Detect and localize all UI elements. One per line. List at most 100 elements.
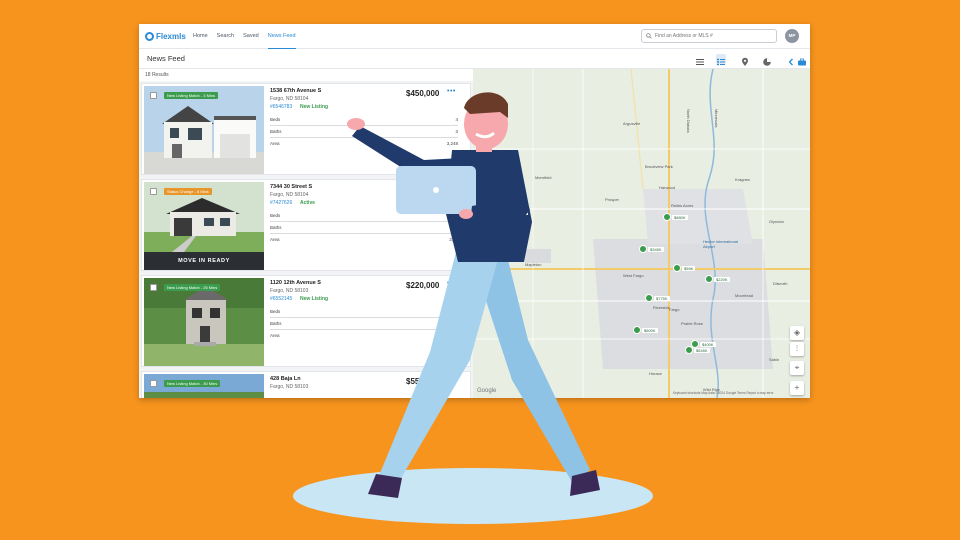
listing-card[interactable]: New Listing Match - 3 Mins 1538 67th Ave… [141,83,471,175]
pie-chart-icon[interactable] [762,54,772,66]
list-view-icon[interactable] [695,54,705,65]
price-pin-label: $220K [714,276,730,282]
results-count: 18 Results [145,72,169,78]
search-input[interactable] [655,33,775,39]
address-search[interactable] [641,29,777,43]
more-vertical-icon[interactable]: ⋮ [790,342,804,356]
map-town-label: Horace [649,371,662,376]
map-town-label: Mapleton [525,262,542,267]
listing-price: $220,000 [406,281,440,290]
listing-photo[interactable]: New Listing Match - 3 Mins [144,86,264,174]
zoom-in-button[interactable]: + [790,381,804,395]
layers-icon[interactable]: ◈ [790,326,804,340]
listing-map[interactable]: Argusville Brookview Park Harwood Kragne… [473,69,810,398]
price-pin-label: $345K [648,246,664,252]
top-navigation-bar: Flexmls Home Search Saved News Feed MP [139,24,810,49]
listing-address[interactable]: 428 Baja Ln [270,376,301,382]
beds-row: Beds [270,210,458,222]
listing-address[interactable]: 7344 30 Street S [270,184,312,190]
map-town-label: Reiles Acres [671,203,694,208]
listing-badge: New Listing Match - 25 Mins [164,284,221,291]
nav-news-feed[interactable]: News Feed [267,24,296,49]
chevron-left-icon[interactable] [786,54,796,66]
price-pin-label: $880K [672,214,688,220]
beds-label: Beds [270,117,281,122]
flexmls-logo[interactable]: Flexmls [145,31,193,41]
listing-address[interactable]: 1120 12th Avenue S [270,280,321,286]
price-pin[interactable]: $345K [639,245,664,253]
logo-icon [145,31,154,41]
listing-address[interactable]: 1538 67th Avenue S [270,88,321,94]
page-title: News Feed [147,54,185,63]
map-town-label: Prairie Rose [681,321,704,326]
area-label: Area [270,141,280,146]
baths-row: Baths [270,318,458,330]
listing-card[interactable]: New Listing Match - 30 Mins 428 Baja Ln … [141,371,471,398]
beds-label: Beds [270,309,281,314]
house-photo-bungalow [144,278,264,366]
baths-label: Baths [270,129,282,134]
listing-photo[interactable]: New Listing Match - 25 Mins [144,278,264,366]
user-avatar[interactable]: MP [785,29,799,43]
nav-saved[interactable]: Saved [243,24,259,49]
baths-row: Baths [270,222,458,234]
select-checkbox[interactable] [150,380,157,387]
price-pin-label: $55K [682,265,696,271]
area-label: Area [270,237,280,242]
baths-label: Baths [270,225,282,230]
listing-badge: Status Change - 6 Mins [164,188,212,195]
my-location-icon[interactable]: ⌖ [790,361,804,375]
beds-value: 4 [455,117,458,122]
area-value: 3,248 [446,141,458,146]
price-pin[interactable]: $880K [663,213,688,221]
listing-photo[interactable]: Status Change - 6 Mins MOVE IN READY [144,182,264,270]
detail-list-view-icon[interactable] [716,54,726,66]
more-options-icon[interactable]: ••• [447,88,456,95]
map-town-label: Glyndon [769,219,784,224]
home-marker-icon [673,264,681,272]
map-state-label: Minnesota [714,109,719,128]
price-pin[interactable]: $220K [705,275,730,283]
area-value: 3,20 [449,237,458,242]
map-town-label: Brookview Park [645,164,673,169]
select-checkbox[interactable] [150,284,157,291]
google-attribution: Google [477,388,497,394]
map-footer[interactable]: Keyboard shortcuts Map data ©2024 Google… [673,391,773,395]
home-marker-icon [633,326,641,334]
map-pin-icon[interactable] [740,54,750,66]
price-pin[interactable]: $600K [633,326,658,334]
map-town-label: Moorhead [735,293,754,298]
listing-badge: New Listing Match - 30 Mins [164,380,221,387]
listing-mls-number[interactable]: #7427626 [270,200,292,206]
search-icon [646,33,652,39]
map-town-label: Riverside [653,305,670,310]
move-in-ready-banner: MOVE IN READY [144,252,264,270]
price-pin-label: $545K [694,347,710,353]
nav-home[interactable]: Home [193,24,208,49]
listing-city: Fargo, ND 58103 [270,384,309,390]
listing-price: $55 [406,377,420,386]
listing-city: Fargo, ND 58104 [270,192,309,198]
select-checkbox[interactable] [150,188,157,195]
listing-card[interactable]: New Listing Match - 25 Mins 1120 12th Av… [141,275,471,367]
listing-photo[interactable]: New Listing Match - 30 Mins [144,374,264,398]
area-row: Area 3,248 [270,138,458,150]
price-pin[interactable]: $55K [673,264,696,272]
map-state-label: North Dakota [686,109,691,133]
home-marker-icon [685,346,693,354]
beds-row: Beds [270,306,458,318]
more-options-icon[interactable]: ••• [447,280,456,287]
listing-status: New Listing [300,296,329,302]
briefcase-icon[interactable] [797,54,807,66]
beds-row: Beds 4 [270,114,458,126]
select-checkbox[interactable] [150,92,157,99]
price-pin[interactable]: $775K [645,294,670,302]
listing-mls-number[interactable]: #6552145 [270,296,292,302]
price-pin[interactable]: $545K [685,346,710,354]
listing-card[interactable]: Status Change - 6 Mins MOVE IN READY 734… [141,179,471,271]
listing-mls-number[interactable]: #6546783 [270,104,292,110]
nav-search[interactable]: Search [217,24,234,49]
price-pin-label: $600K [642,327,658,333]
map-town-label: Hector International Airport [703,239,738,249]
home-marker-icon [705,275,713,283]
